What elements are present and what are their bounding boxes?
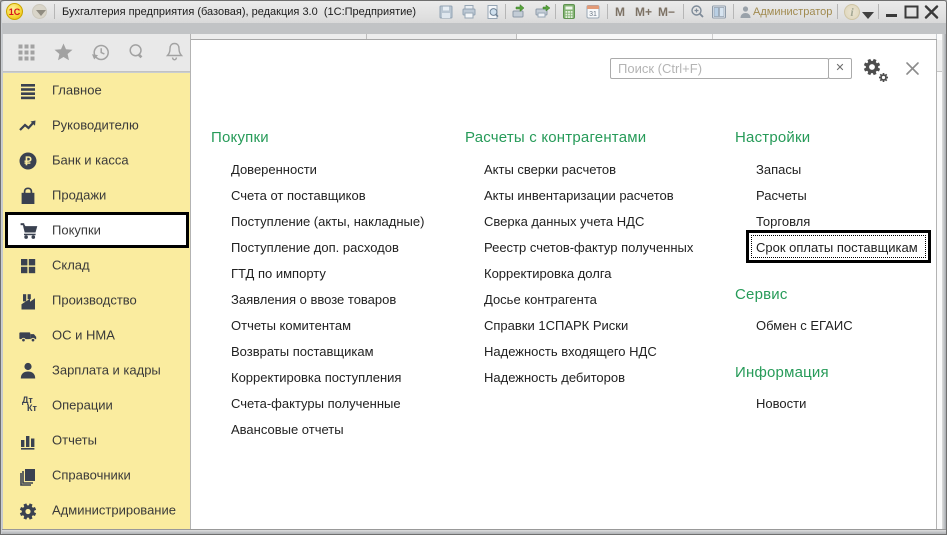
svg-text:31: 31 xyxy=(589,11,597,18)
svg-text:₽: ₽ xyxy=(24,156,32,168)
